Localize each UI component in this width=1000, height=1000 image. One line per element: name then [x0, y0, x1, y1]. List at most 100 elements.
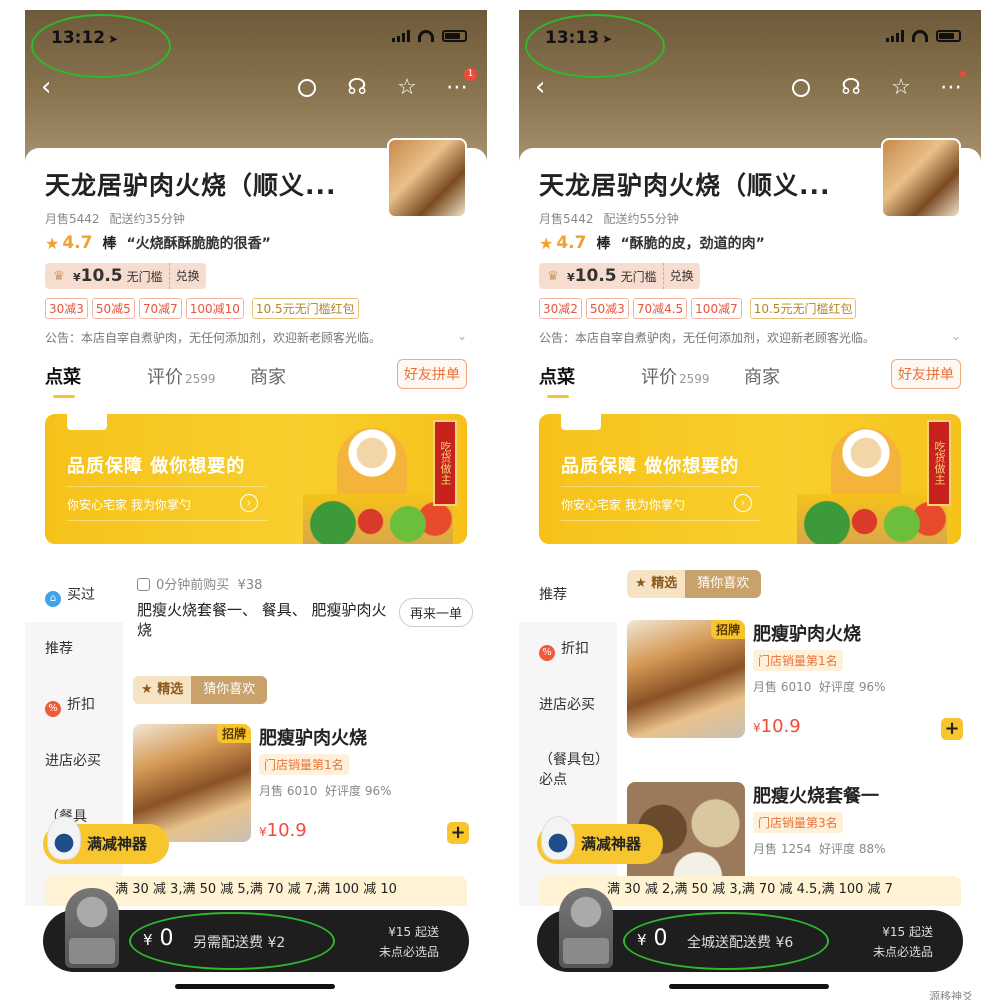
courier-cart-icon[interactable]	[65, 888, 119, 968]
dish-name: 肥瘦驴肉火烧	[259, 728, 367, 749]
signal-icon	[886, 30, 904, 42]
customer-service-icon[interactable]: ☊	[345, 76, 369, 100]
sidebar-item-tableware[interactable]: （餐具包）必点	[519, 750, 609, 790]
star-favorite-icon[interactable]: ☆	[395, 76, 419, 100]
add-to-cart-button[interactable]: +	[941, 718, 963, 740]
guess-you-like-label: 猜你喜欢	[685, 570, 762, 598]
tab-menu[interactable]: 点菜	[45, 363, 81, 389]
sidebar-item-recommend[interactable]: 推荐	[25, 638, 123, 658]
tab-reviews[interactable]: 评价 2599	[147, 363, 216, 389]
monthly-sales: 月售5442	[539, 212, 594, 226]
recent-order-time: 0分钟前购买 ¥38	[137, 574, 262, 593]
back-icon[interactable]: ‹	[535, 72, 545, 102]
recent-order-items: 肥瘦火烧套餐一、 餐具、 肥瘦驴肉火烧	[137, 601, 387, 639]
signal-icon	[392, 30, 410, 42]
customer-service-icon[interactable]: ☊	[839, 76, 863, 100]
vegetables-illustration	[797, 494, 947, 544]
group-order-button[interactable]: 好友拼单	[397, 359, 467, 389]
coupon-amount: 10.5	[80, 266, 123, 286]
banner-title: 品质保障 做你想要的	[67, 456, 246, 477]
selection-tag: ★ 精选 猜你喜欢	[133, 676, 268, 704]
promo-tag: 70减4.5	[632, 298, 688, 319]
delivery-time: 配送约55分钟	[603, 212, 679, 226]
tab-indicator	[53, 395, 75, 398]
annotation-circle-fee	[129, 912, 335, 970]
watermark: 源移神爻	[929, 990, 973, 1000]
sidebar-item-bought[interactable]: ⌂ 买过	[25, 566, 123, 622]
home-indicator	[669, 984, 829, 989]
tab-bar: 点菜 评价 2599 商家 好友拼单	[519, 355, 981, 401]
crown-icon: ♛	[547, 268, 559, 284]
delivery-time: 配送约35分钟	[109, 212, 185, 226]
dish-price: ¥10.9	[259, 820, 307, 841]
store-rating: 4.7	[556, 233, 587, 253]
dish-price: ¥10.9	[753, 716, 801, 737]
sidebar-item-discount[interactable]: % 折扣	[519, 638, 617, 661]
reorder-button[interactable]: 再来一单	[398, 598, 473, 627]
arrow-right-icon: ›	[734, 494, 752, 512]
review-quote: “火烧酥酥脆脆的很香”	[126, 236, 271, 252]
dish-name: 肥瘦驴肉火烧	[753, 624, 861, 645]
promo-banner[interactable]: 品质保障 做你想要的 你安心宅家 我为你掌勺 › 吃货做主	[539, 414, 961, 544]
sales-rank-badge: 门店销量第3名	[753, 812, 843, 833]
coupon[interactable]: ♛ ¥10.5 无门槛 兑换	[45, 263, 206, 289]
store-name: 天龙居驴肉火烧（顺义...	[45, 171, 337, 200]
discount-icon: %	[45, 701, 61, 717]
coupon[interactable]: ♛ ¥10.5 无门槛 兑换	[539, 263, 700, 289]
crown-icon: ♛	[53, 268, 65, 284]
store-notice[interactable]: 公告：本店自宰自煮驴肉，无任何添加剂，欢迎新老顾客光临。 ⌄	[45, 329, 467, 346]
sidebar-item-recommend[interactable]: 推荐	[519, 566, 617, 622]
courier-cart-icon[interactable]	[559, 888, 613, 968]
annotation-circle-fee	[623, 912, 829, 970]
featured-label: ★ 精选	[627, 570, 686, 598]
store-notice[interactable]: 公告：本店自宰自煮驴肉，无任何添加剂，欢迎新老顾客光临。 ⌄	[539, 329, 961, 346]
coupon-desc: 无门槛	[620, 269, 657, 284]
banner-scroll: 吃货做主	[927, 420, 951, 506]
promo-banner[interactable]: 品质保障 做你想要的 你安心宅家 我为你掌勺 › 吃货做主	[45, 414, 467, 544]
sidebar-item-must-buy[interactable]: 进店必买	[519, 694, 617, 714]
nav-bar: ‹ ☊ ☆ ⋯	[519, 71, 981, 108]
cart-bar[interactable]: ¥ 0 全城送配送费 ¥6 ¥15 起送 未点必选品	[537, 888, 963, 972]
robot-mascot-icon	[541, 816, 575, 860]
red-packet-tag: 10.5元无门槛红包	[251, 298, 359, 319]
group-order-button[interactable]: 好友拼单	[891, 359, 961, 389]
tab-merchant[interactable]: 商家	[744, 363, 780, 389]
more-icon[interactable]: ⋯ 1	[445, 68, 477, 100]
robot-mascot-icon	[47, 816, 81, 860]
chevron-down-icon: ⌄	[950, 329, 961, 343]
sidebar-item-discount[interactable]: % 折扣	[25, 694, 123, 717]
full-reduction-button[interactable]: 满减神器	[43, 816, 169, 864]
banner-subtitle: 你安心宅家 我为你掌勺	[67, 498, 191, 512]
notification-dot	[960, 71, 966, 77]
sales-rank-badge: 门店销量第1名	[753, 650, 843, 671]
featured-label: ★ 精选	[133, 676, 192, 704]
star-favorite-icon[interactable]: ☆	[889, 76, 913, 100]
minimum-order: ¥15 起送 未点必选品	[872, 925, 933, 959]
more-icon[interactable]: ⋯	[939, 71, 966, 100]
redeem-button[interactable]: 兑换	[662, 263, 700, 289]
redeem-button[interactable]: 兑换	[168, 263, 206, 289]
signature-badge: 招牌	[711, 620, 746, 639]
coupon-amount: 10.5	[574, 266, 617, 286]
brand-logo	[67, 414, 107, 430]
back-icon[interactable]: ‹	[41, 72, 51, 102]
search-icon[interactable]	[295, 76, 319, 100]
sidebar-item-must-buy[interactable]: 进店必买	[25, 750, 123, 770]
tab-bar: 点菜 评价 2599 商家 好友拼单	[25, 355, 487, 401]
add-to-cart-button[interactable]: +	[447, 822, 469, 844]
battery-icon	[936, 30, 961, 42]
tab-indicator	[547, 395, 569, 398]
dish-card[interactable]: 招牌 肥瘦驴肉火烧 门店销量第1名 月售 6010 好评度 96% ¥10.9 …	[627, 620, 967, 750]
full-reduction-button[interactable]: 满减神器	[537, 816, 663, 864]
nav-bar: ‹ ☊ ☆ ⋯ 1	[25, 68, 487, 108]
banner-title: 品质保障 做你想要的	[561, 456, 740, 477]
tab-reviews[interactable]: 评价 2599	[641, 363, 710, 389]
cart-bar[interactable]: ¥ 0 另需配送费 ¥2 ¥15 起送 未点必选品	[43, 888, 469, 972]
tab-menu[interactable]: 点菜	[539, 363, 575, 389]
search-icon[interactable]	[789, 76, 813, 100]
status-bar: 13:13 ➤	[519, 10, 981, 78]
guess-you-like-label: 猜你喜欢	[191, 676, 268, 704]
dish-card[interactable]: 招牌 肥瘦驴肉火烧 门店销量第1名 月售 6010 好评度 96% ¥10.9 …	[133, 724, 473, 854]
wifi-icon	[418, 30, 434, 42]
tab-merchant[interactable]: 商家	[250, 363, 286, 389]
